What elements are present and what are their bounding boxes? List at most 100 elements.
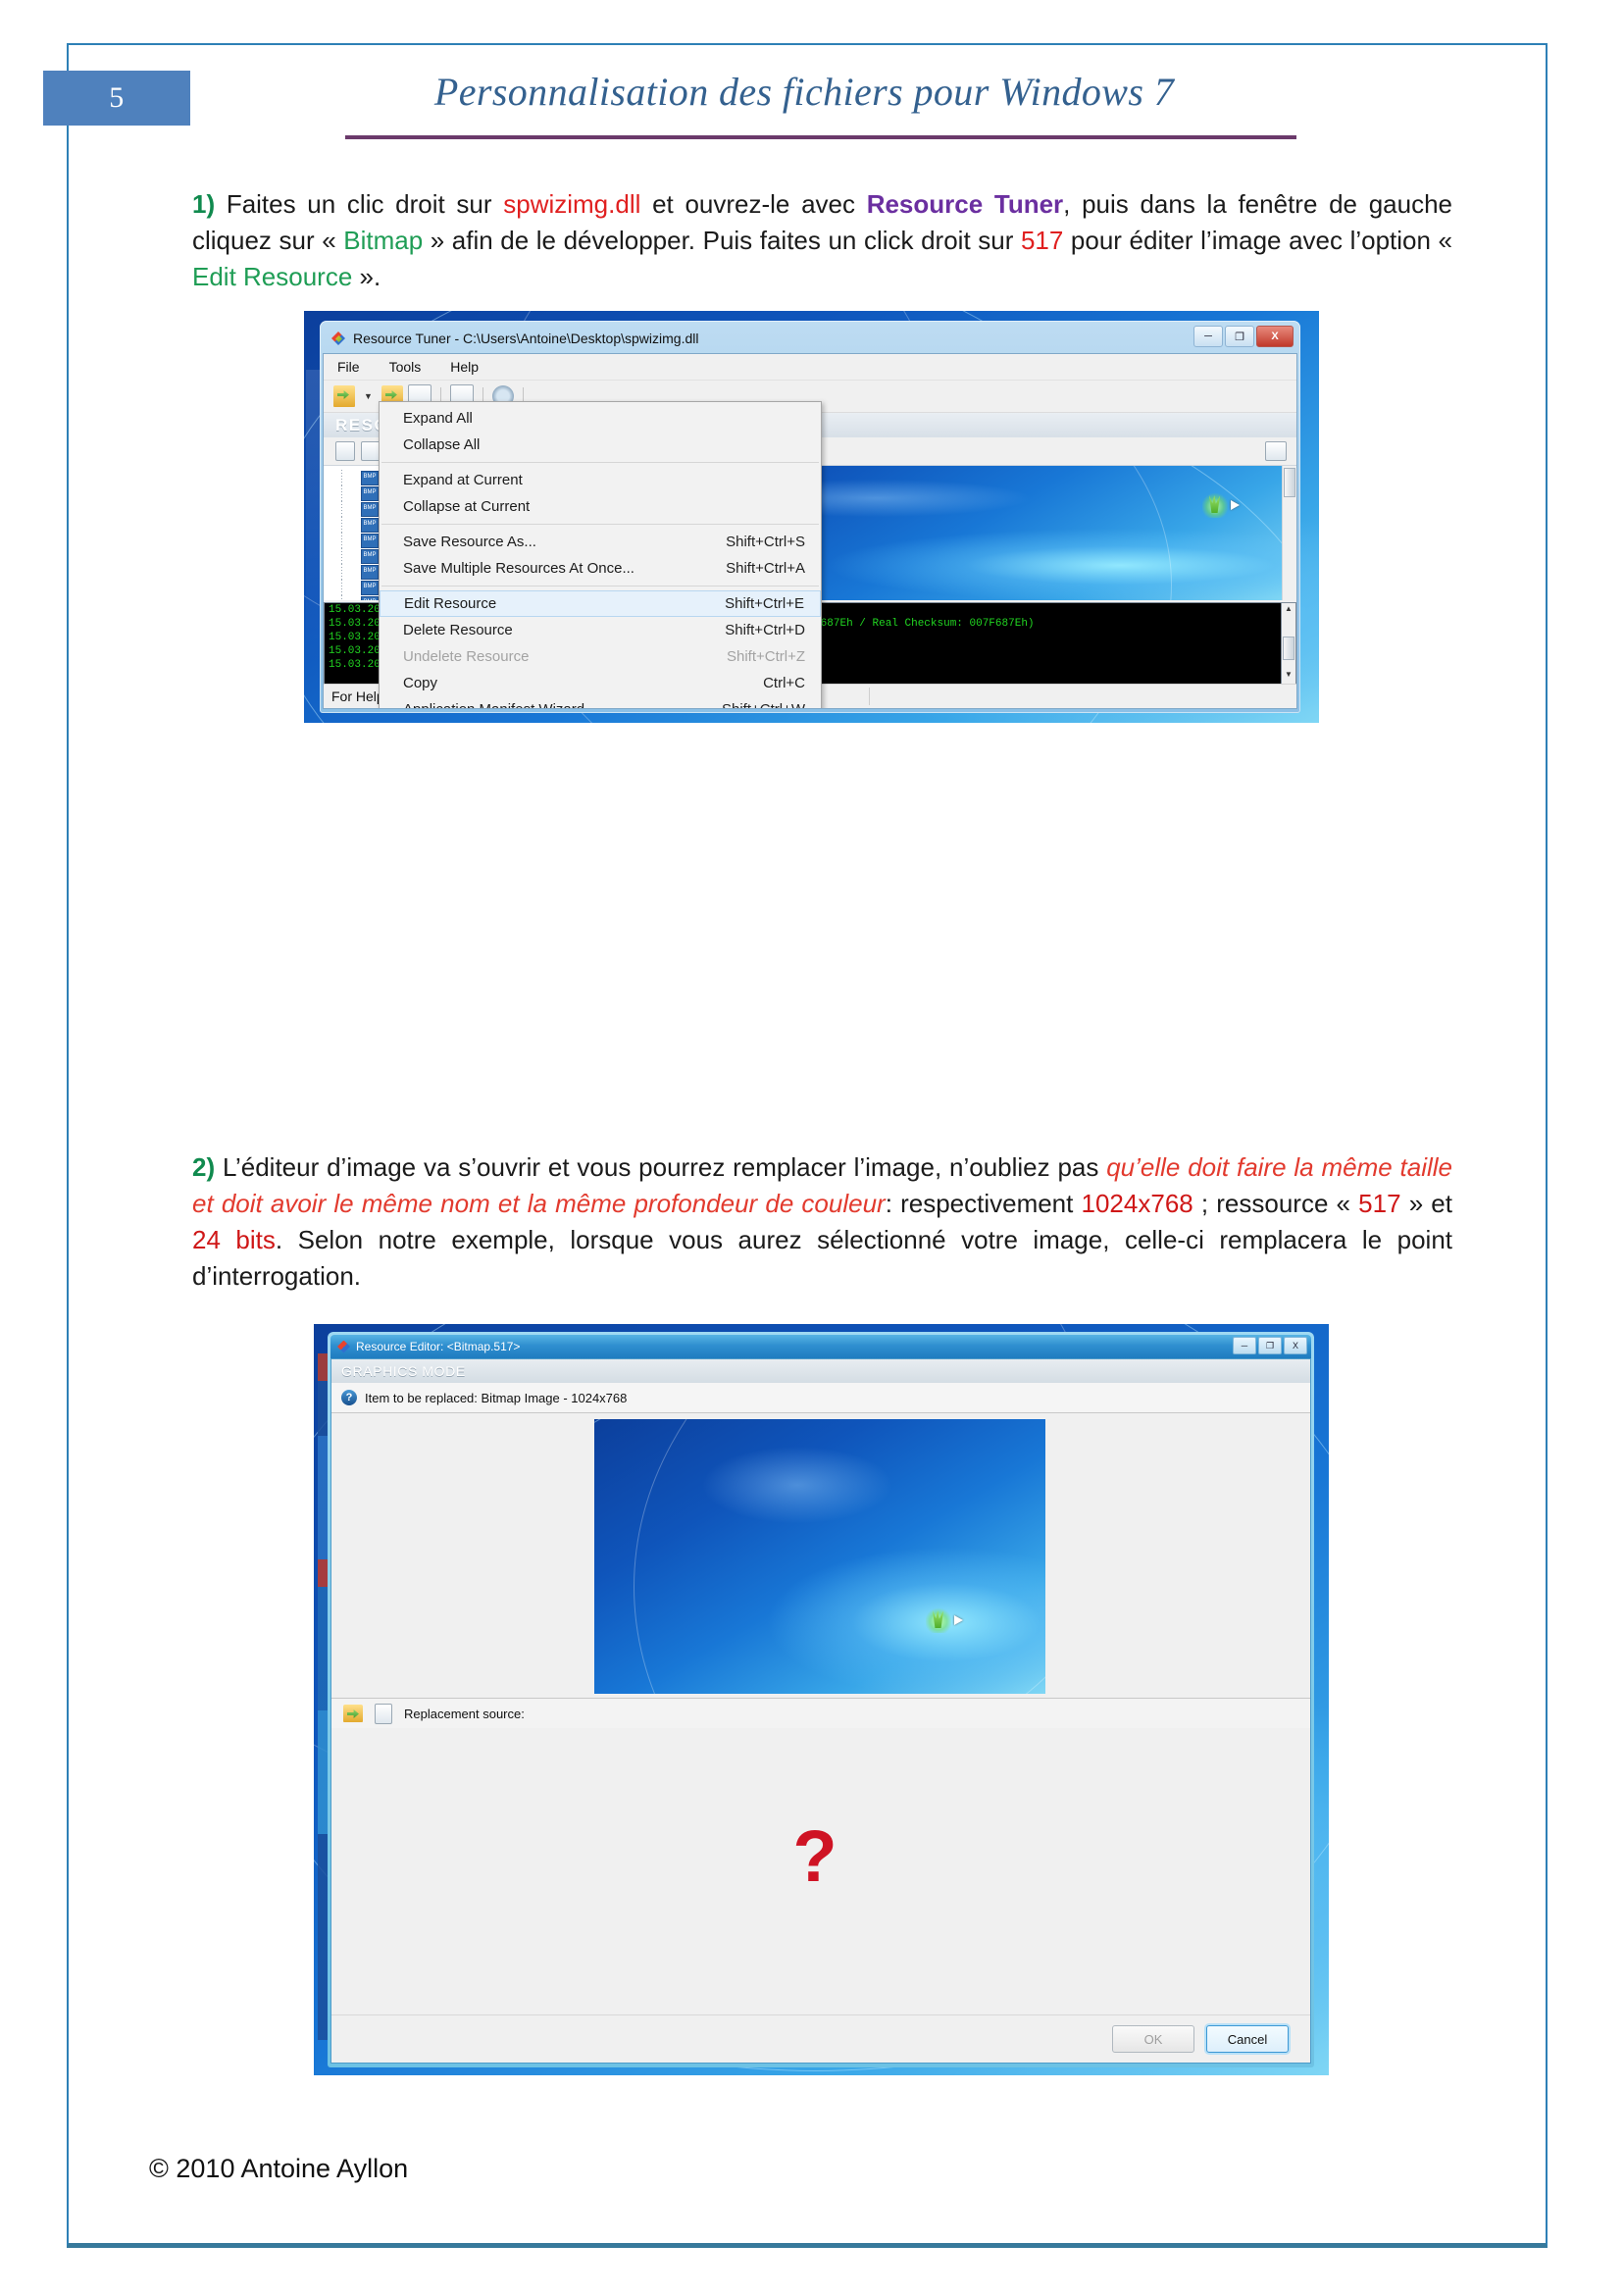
bmp-icon [361, 564, 379, 580]
windows-logo-icon [926, 1607, 951, 1633]
menu-item-expand-all[interactable]: Expand All [380, 405, 821, 432]
title-bar: Resource Editor: <Bitmap.517> ─ ❐ X [330, 1335, 1311, 1358]
menu-item-save-resource-as[interactable]: Save Resource As... Shift+Ctrl+S [380, 529, 821, 555]
window-controls[interactable]: ─ ❐ X [1233, 1337, 1307, 1354]
step-1-text-2: et ouvrez-le avec [640, 189, 867, 219]
title-divider [345, 135, 1296, 139]
step-2-resource-id: 517 [1358, 1189, 1401, 1218]
scrollbar-thumb[interactable] [1284, 468, 1295, 497]
menu-item-expand-at-current[interactable]: Expand at Current [380, 467, 821, 493]
window-body: File Tools Help ▼ RESOURCE [323, 353, 1297, 709]
bmp-icon [361, 470, 379, 485]
question-mark-placeholder-icon: ? [792, 1815, 837, 1897]
close-button[interactable]: X [1256, 326, 1294, 347]
menu-item-edit-resource[interactable]: Edit Resource Shift+Ctrl+E [380, 590, 821, 617]
step-2-color-depth: 24 bits [192, 1225, 276, 1254]
bmp-icon [361, 533, 379, 548]
step-1-bitmap-keyword: Bitmap [343, 226, 424, 255]
step-2-image-size: 1024x768 [1081, 1189, 1193, 1218]
menu-item-label: Edit Resource [404, 595, 497, 612]
tree-save-icon[interactable] [335, 441, 355, 461]
preview-export-icon[interactable] [1265, 441, 1287, 461]
cancel-button[interactable]: Cancel [1206, 2025, 1289, 2053]
menu-separator [381, 524, 819, 525]
paste-icon[interactable] [375, 1703, 392, 1724]
step-2-text-5: . Selon notre exemple, lorsque vous aure… [192, 1225, 1453, 1291]
step-2-text-3: ; ressource « [1193, 1189, 1359, 1218]
step-1-appname: Resource Tuner [866, 189, 1064, 219]
replacement-source-bar[interactable]: Replacement source: [331, 1698, 1310, 1729]
menu-item-label: Copy [403, 675, 438, 691]
menu-item-save-multiple-resources[interactable]: Save Multiple Resources At Once... Shift+… [380, 555, 821, 582]
item-to-be-replaced-label: Item to be replaced: Bitmap Image - 1024… [365, 1390, 628, 1405]
desktop-icon-strip [318, 1353, 328, 2040]
status-bar-separator [868, 688, 870, 705]
window-controls[interactable]: ─ ❐ X [1193, 326, 1294, 347]
maximize-button[interactable]: ❐ [1258, 1337, 1282, 1354]
menu-file[interactable]: File [337, 359, 360, 375]
current-bitmap-preview [594, 1419, 1045, 1694]
screenshot-resource-tuner: Resource Tuner - C:\Users\Antoine\Deskto… [304, 311, 1319, 723]
replacement-source-label: Replacement source: [404, 1706, 525, 1721]
menu-item-copy[interactable]: Copy Ctrl+C [380, 670, 821, 696]
menu-item-application-manifest-wizard[interactable]: Application Manifest Wizard Shift+Ctrl+W [380, 696, 821, 708]
page-title: Personnalisation des fichiers pour Windo… [433, 70, 1175, 114]
replacement-drop-area[interactable]: ? [331, 1728, 1310, 2015]
step-2-text-1: L’éditeur d’image va s’ouvrir et vous po… [215, 1152, 1107, 1182]
mouse-cursor-icon [954, 1615, 963, 1625]
instruction-step-1: 1) Faites un clic droit sur spwizimg.dll… [192, 186, 1452, 295]
ok-button: OK [1112, 2025, 1194, 2053]
preview-scrollbar[interactable] [1282, 466, 1296, 600]
menu-item-delete-resource[interactable]: Delete Resource Shift+Ctrl+D [380, 617, 821, 643]
menu-bar[interactable]: File Tools Help [324, 354, 1296, 381]
minimize-button[interactable]: ─ [1233, 1337, 1256, 1354]
scrollbar-thumb[interactable] [1283, 637, 1294, 660]
step-1-resource-id: 517 [1020, 226, 1064, 255]
step-1-number: 1) [192, 189, 216, 219]
window-title: Resource Editor: <Bitmap.517> [356, 1340, 521, 1353]
open-file-icon[interactable] [333, 385, 355, 407]
bmp-icon [361, 548, 379, 564]
graphics-mode-strip: GRAPHICS MODE [331, 1359, 1310, 1383]
menu-separator [381, 462, 819, 463]
dialog-button-bar: OK Cancel [331, 2014, 1310, 2063]
menu-item-shortcut: Shift+Ctrl+W [722, 701, 805, 708]
chevron-down-icon[interactable]: ▼ [364, 391, 373, 401]
log-scrollbar[interactable]: ▲ ▼ [1281, 603, 1295, 684]
current-image-preview-area [331, 1413, 1310, 1698]
step-2-text-2: : respectivement [885, 1189, 1082, 1218]
title-bar: Resource Tuner - C:\Users\Antoine\Deskto… [323, 324, 1297, 353]
step-1-text-6: ». [352, 262, 381, 291]
menu-item-shortcut: Ctrl+C [763, 675, 805, 691]
menu-item-label: Save Resource As... [403, 534, 536, 550]
menu-item-collapse-at-current[interactable]: Collapse at Current [380, 493, 821, 520]
close-button[interactable]: X [1284, 1337, 1307, 1354]
info-icon: ? [341, 1390, 357, 1405]
context-menu[interactable]: Expand All Collapse All Expand at Curren… [379, 401, 822, 708]
menu-item-shortcut: Shift+Ctrl+D [725, 622, 805, 638]
step-1-text-1: Faites un clic droit sur [215, 189, 504, 219]
page-number-badge: 5 [43, 71, 190, 126]
menu-item-shortcut: Shift+Ctrl+A [726, 560, 805, 577]
resource-editor-window[interactable]: Resource Editor: <Bitmap.517> ─ ❐ X GRAP… [328, 1332, 1314, 2067]
menu-help[interactable]: Help [450, 359, 479, 375]
window-body: GRAPHICS MODE ? Item to be replaced: Bit… [330, 1358, 1311, 2064]
menu-tools[interactable]: Tools [389, 359, 422, 375]
minimize-button[interactable]: ─ [1193, 326, 1223, 347]
step-1-filename: spwizimg.dll [503, 189, 641, 219]
step-1-text-4: » afin de le développer. Puis faites un … [423, 226, 1021, 255]
menu-item-label: Save Multiple Resources At Once... [403, 560, 634, 577]
menu-item-collapse-all[interactable]: Collapse All [380, 432, 821, 458]
scroll-up-icon[interactable]: ▲ [1282, 604, 1295, 617]
menu-item-shortcut: Shift+Ctrl+S [726, 534, 805, 550]
maximize-button[interactable]: ❐ [1225, 326, 1254, 347]
open-folder-icon[interactable] [343, 1705, 363, 1722]
footer-copyright: © 2010 Antoine Ayllon [149, 2154, 409, 2183]
tree-copy-icon[interactable] [361, 441, 381, 461]
bmp-icon [361, 517, 379, 533]
menu-item-label: Application Manifest Wizard [403, 701, 679, 708]
resource-tuner-window[interactable]: Resource Tuner - C:\Users\Antoine\Deskto… [320, 321, 1300, 713]
scroll-down-icon[interactable]: ▼ [1282, 670, 1295, 683]
bmp-icon [361, 580, 379, 595]
menu-item-undelete-resource: Undelete Resource Shift+Ctrl+Z [380, 643, 821, 670]
